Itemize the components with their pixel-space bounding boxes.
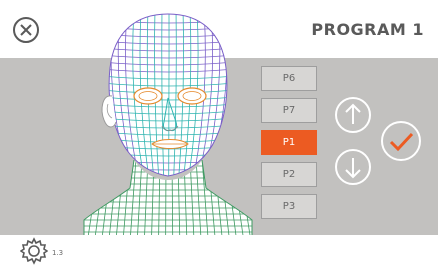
footer: 1.3 — [0, 235, 438, 271]
version-label: 1.3 — [52, 249, 64, 257]
program-option-p7[interactable]: P7 — [261, 98, 317, 123]
arrow-up-icon[interactable] — [334, 96, 372, 134]
gear-icon[interactable] — [20, 237, 48, 265]
program-option-p6[interactable]: P6 — [261, 66, 317, 91]
program-option-p1[interactable]: P1 — [261, 130, 317, 155]
page-title: PROGRAM 1 — [311, 20, 424, 39]
program-list: P6 P7 P1 P2 P3 — [261, 66, 317, 226]
program-screen: PROGRAM 1 P6 P7 P1 P2 P3 1.3 — [0, 0, 438, 271]
arrow-down-icon[interactable] — [334, 148, 372, 186]
checkmark-icon[interactable] — [380, 120, 422, 162]
program-option-p3[interactable]: P3 — [261, 194, 317, 219]
program-option-p2[interactable]: P2 — [261, 162, 317, 187]
face-wireframe-illustration — [83, 13, 253, 248]
close-icon[interactable] — [12, 16, 40, 44]
